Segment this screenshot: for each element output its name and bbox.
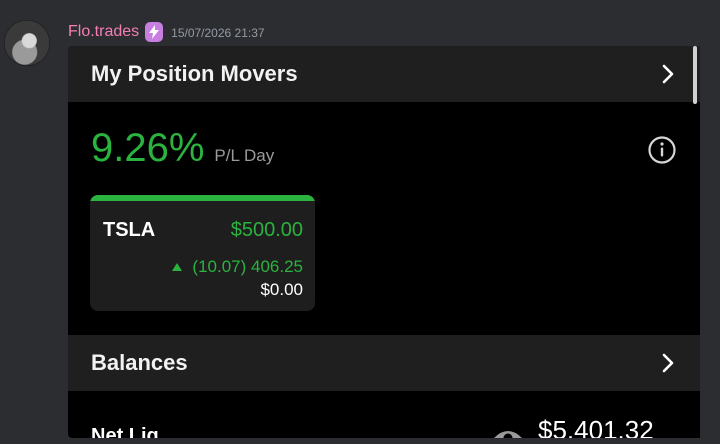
- timestamp: 15/07/2026 21:37: [171, 26, 265, 40]
- card-accent-bar: [90, 195, 315, 201]
- up-triangle-icon: [172, 263, 183, 271]
- username[interactable]: Flo.trades: [68, 23, 139, 41]
- pl-percent: 9.26%: [91, 126, 205, 170]
- position-movers-header[interactable]: My Position Movers: [68, 46, 700, 102]
- chevron-right-icon[interactable]: [658, 64, 678, 84]
- pl-label: P/L Day: [214, 146, 275, 165]
- balances-title: Balances: [91, 350, 188, 375]
- net-liq-row: Net Liq $5,401.32: [68, 398, 700, 438]
- avatar[interactable]: [4, 20, 50, 66]
- card-change: (10.07) 406.25: [172, 257, 303, 277]
- net-liq-label: Net Liq: [91, 425, 159, 438]
- lightning-icon: [145, 22, 164, 42]
- message-header: Flo.trades 15/07/2026 21:37: [68, 20, 265, 44]
- eye-icon[interactable]: [493, 428, 523, 438]
- balances-header[interactable]: Balances: [68, 335, 700, 391]
- card-value: $500.00: [230, 219, 303, 241]
- position-movers-title: My Position Movers: [91, 61, 298, 86]
- embed-card: My Position Movers 9.26% P/L Day TSLA $5…: [68, 46, 700, 438]
- position-card-tsla[interactable]: TSLA $500.00 (10.07) 406.25 $0.00: [90, 195, 315, 311]
- embed-scrollbar[interactable]: [693, 46, 697, 104]
- card-change-text: (10.07) 406.25: [192, 257, 303, 276]
- info-icon[interactable]: [647, 135, 677, 165]
- net-liq-value: $5,401.32: [538, 415, 654, 438]
- card-amount: $0.00: [260, 280, 303, 299]
- pl-day-row: 9.26% P/L Day: [91, 126, 274, 171]
- card-symbol: TSLA: [103, 219, 156, 241]
- chevron-right-icon[interactable]: [658, 353, 678, 373]
